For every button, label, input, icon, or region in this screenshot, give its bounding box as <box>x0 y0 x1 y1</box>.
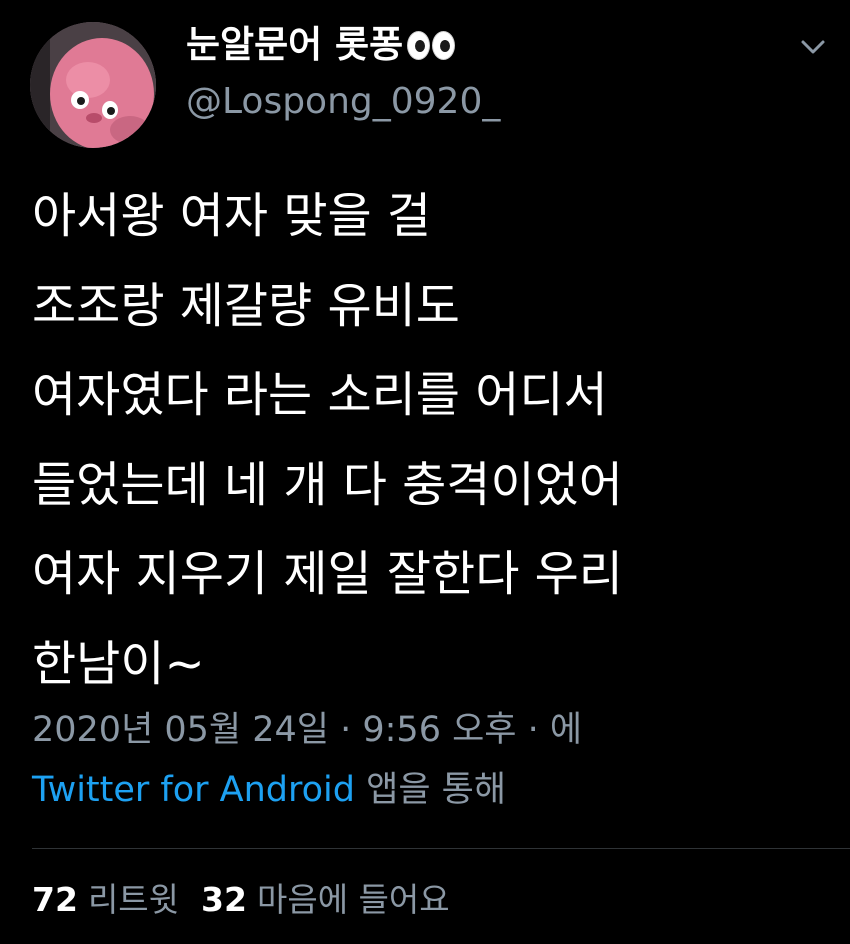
retweets-label: 리트윗 <box>87 880 180 919</box>
retweets-count: 72 <box>32 880 78 919</box>
tweet-text: 아서왕 여자 맞을 걸 조조랑 제갈량 유비도 여자였다 라는 소리를 어디서 … <box>32 172 832 709</box>
chevron-down-icon[interactable] <box>796 30 830 64</box>
tweet-timestamp[interactable]: 2020년 05월 24일 · 9:56 오후 · 에 <box>32 706 582 754</box>
author-handle[interactable]: @Lospong_0920_ <box>186 80 500 124</box>
tweet-text-line: 여자 지우기 제일 잘한다 우리 <box>32 546 623 602</box>
avatar[interactable] <box>30 22 156 148</box>
tweet-text-line: 여자였다 라는 소리를 어디서 <box>32 367 608 423</box>
retweets-stat[interactable]: 72 리트윗 <box>32 880 179 919</box>
tweet-text-line: 들었는데 네 개 다 충격이었어 <box>32 456 623 513</box>
left-eye-shape <box>407 30 431 60</box>
author-block: 눈알문어 롯퐁 @Lospong_0920_ <box>186 22 500 124</box>
right-eye-shape <box>432 30 456 60</box>
tweet-text-line: 조조랑 제갈량 유비도 <box>32 277 460 334</box>
tweet-text-line: 아서왕 여자 맞을 걸 <box>32 188 432 244</box>
likes-count: 32 <box>201 880 247 919</box>
display-name-text: 눈알문어 롯퐁 <box>186 23 404 66</box>
tweet-stats: 72 리트윗 32 마음에 들어요 <box>32 876 450 924</box>
eyes-emoji-icon <box>407 30 456 60</box>
avatar-image <box>30 22 156 148</box>
author-display-name[interactable]: 눈알문어 롯퐁 <box>186 22 500 68</box>
tweet-text-line: 한남이~ <box>32 635 205 692</box>
source-app-link[interactable]: Twitter for Android <box>32 770 355 810</box>
tweet-source: Twitter for Android 앱을 통해 <box>32 766 506 814</box>
likes-stat[interactable]: 32 마음에 들어요 <box>201 880 450 919</box>
tweet-header: 눈알문어 롯퐁 @Lospong_0920_ <box>0 0 850 160</box>
tweet-detail: 눈알문어 롯퐁 @Lospong_0920_ 아서왕 여자 맞을 걸 조조랑 제… <box>0 0 850 944</box>
likes-label: 마음에 들어요 <box>256 880 450 919</box>
source-suffix: 앱을 통해 <box>355 770 507 810</box>
divider <box>32 848 850 849</box>
